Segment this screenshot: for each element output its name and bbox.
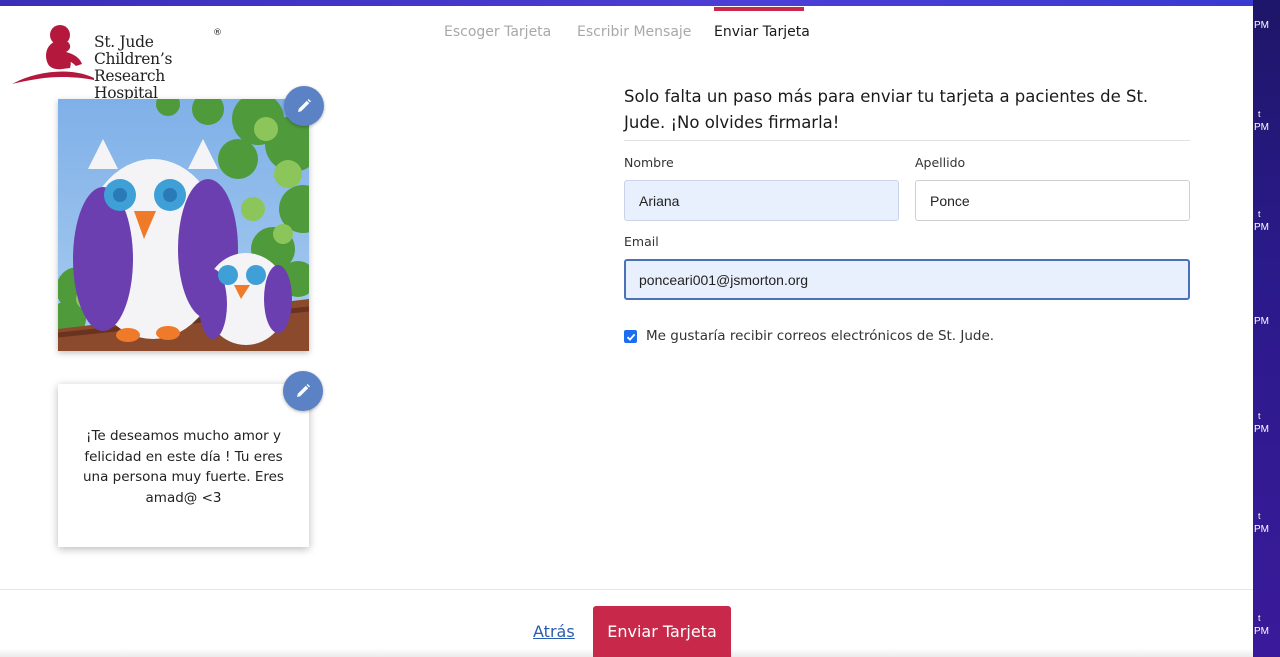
active-step-indicator <box>714 7 804 11</box>
edit-message-button[interactable] <box>283 371 323 411</box>
form-title: Solo falta un paso más para enviar tu ta… <box>624 87 1149 132</box>
email-field[interactable] <box>624 259 1190 300</box>
card-artwork-preview <box>58 99 309 351</box>
strip-time-label: t PM <box>1254 411 1269 435</box>
message-preview-text: ¡Te deseamos mucho amor y felicidad en e… <box>83 428 284 506</box>
send-card-button[interactable]: Enviar Tarjeta <box>593 606 731 657</box>
strip-time-label: PM <box>1254 316 1269 327</box>
strip-time-label: t PM <box>1254 209 1269 233</box>
logo-line2: Research Hospital <box>94 67 165 102</box>
email-opt-in-checkbox[interactable] <box>624 330 637 343</box>
edit-card-button[interactable] <box>284 86 324 126</box>
checkmark-icon <box>626 333 635 341</box>
back-link[interactable]: Atrás <box>533 622 575 641</box>
strip-time-label: PM <box>1254 20 1269 31</box>
strip-time-label: t PM <box>1254 613 1269 637</box>
step-choose-card[interactable]: Escoger Tarjeta <box>444 24 551 40</box>
step-write-message[interactable]: Escribir Mensaje <box>577 24 691 40</box>
first-name-label: Nombre <box>624 155 674 170</box>
email-opt-in-label[interactable]: Me gustaría recibir correos electrónicos… <box>646 328 994 344</box>
footer-divider <box>0 589 1253 590</box>
step-send-card[interactable]: Enviar Tarjeta <box>714 24 810 40</box>
last-name-label: Apellido <box>915 155 966 170</box>
step-navigation: Escoger Tarjeta Escribir Mensaje Enviar … <box>0 0 1253 50</box>
background-window-strip: PM t PM t PM PM t PM t PM t PM <box>1253 0 1280 657</box>
email-label: Email <box>624 234 659 249</box>
form-divider <box>624 140 1190 141</box>
first-name-field[interactable] <box>624 180 899 221</box>
message-preview-card: ¡Te deseamos mucho amor y felicidad en e… <box>58 384 309 547</box>
owl-painting-image <box>58 99 309 351</box>
last-name-field[interactable] <box>915 180 1190 221</box>
strip-time-label: t PM <box>1254 109 1269 133</box>
pencil-icon <box>298 99 311 112</box>
strip-time-label: t PM <box>1254 511 1269 535</box>
pencil-icon <box>297 384 310 397</box>
